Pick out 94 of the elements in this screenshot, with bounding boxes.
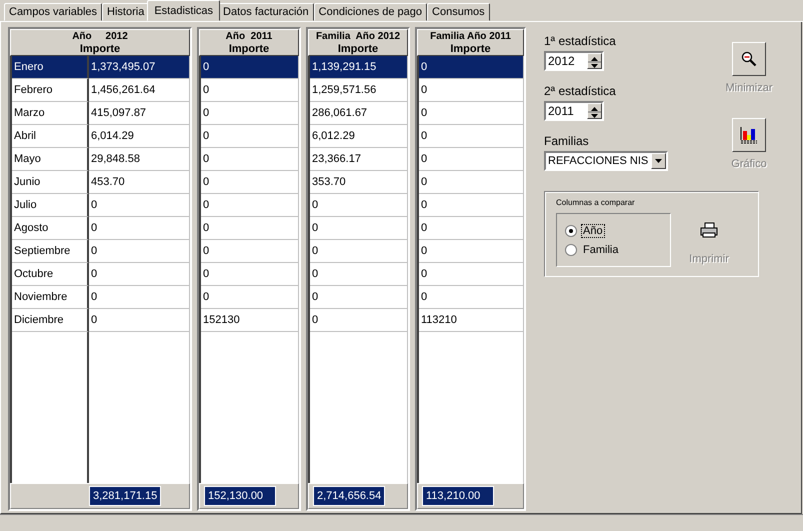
table-cell[interactable]: Mayo: [12, 148, 89, 171]
tab[interactable]: Datos facturación: [218, 3, 314, 21]
table-cell[interactable]: 0: [419, 56, 524, 79]
table-cell[interactable]: 0: [89, 263, 190, 286]
total-field: 2,714,656.54: [313, 486, 385, 506]
table-cell[interactable]: 0: [310, 286, 408, 309]
table-cell[interactable]: Agosto: [12, 217, 89, 240]
table-cell[interactable]: 0: [201, 171, 299, 194]
group-title: Columnas a comparar: [556, 198, 636, 208]
table-cell[interactable]: 0: [89, 286, 190, 309]
table-cell[interactable]: 0: [201, 286, 299, 309]
table-cell[interactable]: 0: [419, 148, 524, 171]
table-cell[interactable]: 113210: [419, 309, 524, 332]
table-cell[interactable]: 453.70: [89, 171, 190, 194]
total-field: 152,130.00: [204, 486, 276, 506]
table-cell[interactable]: 0: [201, 102, 299, 125]
table-cell[interactable]: Junio: [12, 171, 89, 194]
tab[interactable]: Campos variables: [4, 3, 102, 21]
radio-icon[interactable]: [565, 224, 577, 236]
table-cell[interactable]: 0: [201, 79, 299, 102]
table-cell[interactable]: 0: [419, 79, 524, 102]
field-label: 2ª estadística: [544, 84, 617, 98]
zoom-button[interactable]: [732, 42, 766, 76]
column-header[interactable]: Año 2012 Importe: [10, 29, 190, 56]
table-cell[interactable]: 0: [201, 125, 299, 148]
table-cell[interactable]: Marzo: [12, 102, 89, 125]
tab[interactable]: Estadisticas: [147, 0, 220, 21]
button-label: Gráfico: [731, 158, 767, 170]
bar-chart-icon: [740, 126, 758, 144]
column-header[interactable]: Familia Año 2011 Importe: [417, 29, 524, 56]
magnifier-icon: [741, 51, 757, 67]
table-cell[interactable]: 29,848.58: [89, 148, 190, 171]
chart-button[interactable]: [732, 118, 766, 152]
table-cell[interactable]: Abril: [12, 125, 89, 148]
table-cell[interactable]: 0: [89, 240, 190, 263]
table-cell[interactable]: 1,259,571.56: [310, 79, 408, 102]
button-label: Imprimir: [689, 253, 729, 265]
table-cell[interactable]: 415,097.87: [89, 102, 190, 125]
table-cell[interactable]: 0: [201, 240, 299, 263]
table-cell[interactable]: 0: [419, 217, 524, 240]
table-cell[interactable]: 23,366.17: [310, 148, 408, 171]
table-cell[interactable]: 0: [419, 125, 524, 148]
table-cell[interactable]: 0: [419, 194, 524, 217]
family-dropdown[interactable]: REFACCIONES NIS: [544, 151, 668, 171]
table-cell[interactable]: Octubre: [12, 263, 89, 286]
table-cell[interactable]: 0: [201, 263, 299, 286]
total-field: 113,210.00: [422, 486, 494, 506]
table-cell[interactable]: 0: [310, 263, 408, 286]
table-cell[interactable]: 0: [201, 194, 299, 217]
table-cell[interactable]: Diciembre: [12, 309, 89, 332]
table-cell[interactable]: 0: [201, 148, 299, 171]
table-cell[interactable]: Enero: [12, 56, 89, 79]
table-cell[interactable]: 0: [419, 171, 524, 194]
year-spinner[interactable]: 2012: [544, 51, 604, 71]
tab[interactable]: Consumos: [427, 3, 490, 21]
radio-icon[interactable]: [565, 244, 577, 256]
table-cell[interactable]: 0: [419, 263, 524, 286]
table-cell[interactable]: 1,373,495.07: [89, 56, 190, 79]
year-spinner[interactable]: 2011: [544, 101, 604, 121]
table-cell[interactable]: 1,456,261.64: [89, 79, 190, 102]
table-cell[interactable]: 0: [419, 240, 524, 263]
tab[interactable]: Condiciones de pago: [314, 3, 428, 21]
caret-icon: [655, 159, 662, 163]
table-cell[interactable]: 0: [201, 56, 299, 79]
field-label: Familias: [544, 134, 590, 148]
table-cell[interactable]: 6,012.29: [310, 125, 408, 148]
table-cell[interactable]: 0: [201, 217, 299, 240]
table-cell[interactable]: 1,139,291.15: [310, 56, 408, 79]
total-field: 3,281,171.15: [89, 486, 161, 506]
table-cell[interactable]: Febrero: [12, 79, 89, 102]
field-label: 1ª estadística: [544, 34, 617, 48]
table-cell[interactable]: Julio: [12, 194, 89, 217]
tab[interactable]: Historia: [102, 3, 150, 21]
table-cell[interactable]: 0: [89, 194, 190, 217]
table-cell[interactable]: 152130: [201, 309, 299, 332]
table-cell[interactable]: 6,014.29: [89, 125, 190, 148]
table-cell[interactable]: 0: [419, 102, 524, 125]
table-cell[interactable]: 0: [89, 217, 190, 240]
table-cell[interactable]: 0: [310, 240, 408, 263]
button-label: Minimizar: [725, 82, 773, 94]
column-header[interactable]: Familia Año 2012 Importe: [308, 29, 408, 56]
table-cell[interactable]: 353.70: [310, 171, 408, 194]
table-cell[interactable]: 0: [310, 217, 408, 240]
table-cell[interactable]: 0: [419, 286, 524, 309]
table-cell[interactable]: Septiembre: [12, 240, 89, 263]
table-cell[interactable]: Noviembre: [12, 286, 89, 309]
printer-icon: [700, 222, 718, 238]
radio-option[interactable]: Familia: [565, 242, 670, 256]
table-cell[interactable]: 286,061.67: [310, 102, 408, 125]
table-cell[interactable]: 0: [89, 309, 190, 332]
table-cell[interactable]: 0: [310, 309, 408, 332]
radio-option[interactable]: Año: [565, 224, 670, 238]
table-cell[interactable]: 0: [310, 194, 408, 217]
column-header[interactable]: Año 2011 Importe: [199, 29, 299, 56]
